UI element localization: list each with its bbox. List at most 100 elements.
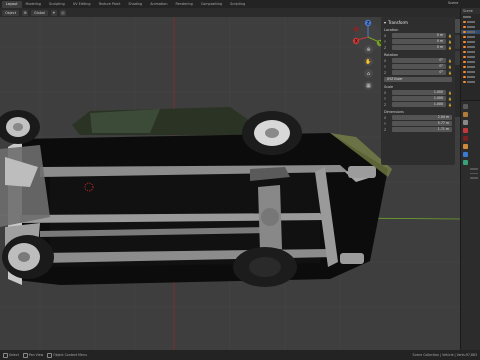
outliner-row[interactable] xyxy=(461,75,480,79)
outliner-row[interactable] xyxy=(461,20,480,24)
object-icon xyxy=(463,80,466,84)
rotation-x-field[interactable]: 0° xyxy=(392,58,446,63)
object-icon xyxy=(463,20,466,24)
scale-y-field[interactable]: 1.000 xyxy=(392,96,446,101)
axis-x-label: X xyxy=(384,90,387,95)
output-properties-icon[interactable] xyxy=(463,120,468,125)
lock-icon[interactable]: 🔓 xyxy=(448,91,452,95)
status-select: Select xyxy=(3,352,19,358)
lock-icon[interactable]: 🔓 xyxy=(448,34,452,38)
rotation-z-field[interactable]: 0° xyxy=(392,70,446,75)
transform-panel-header[interactable]: ▾ Transform xyxy=(384,19,452,25)
outliner-row-selected[interactable] xyxy=(461,30,480,34)
mouse-middle-icon xyxy=(22,352,28,358)
dimensions-z-field[interactable]: 1.71 m xyxy=(392,127,452,132)
outliner-row[interactable] xyxy=(461,65,480,69)
transform-orientation-icon[interactable]: ⊕ xyxy=(22,9,29,16)
tab-sculpting[interactable]: Sculpting xyxy=(45,1,69,8)
pan-hand-icon[interactable]: ✋ xyxy=(364,57,373,66)
gizmo-z-label: Z xyxy=(367,21,370,26)
scale-label: Scale xyxy=(384,85,394,89)
location-x-field[interactable]: 0 m xyxy=(392,33,446,38)
location-label: Location xyxy=(384,28,399,32)
render-properties-icon[interactable] xyxy=(463,112,468,117)
outliner-row[interactable] xyxy=(461,45,480,49)
tab-rendering[interactable]: Rendering xyxy=(171,1,196,8)
collapse-arrow-icon: ▾ xyxy=(384,19,387,25)
material-properties-icon[interactable] xyxy=(463,160,468,165)
lock-icon[interactable]: 🔓 xyxy=(448,40,452,44)
transform-title: Transform xyxy=(388,19,408,25)
axis-x-label: X xyxy=(384,33,387,38)
scene-properties-icon[interactable] xyxy=(463,128,468,133)
outliner-row[interactable] xyxy=(461,40,480,44)
lock-icon[interactable]: 🔓 xyxy=(448,71,452,75)
location-y-field[interactable]: 0 m xyxy=(392,39,446,44)
tab-compositing[interactable]: Compositing xyxy=(197,1,226,8)
perspective-grid-icon[interactable]: ▦ xyxy=(364,81,373,90)
object-icon xyxy=(463,65,466,69)
tab-scripting[interactable]: Scripting xyxy=(226,1,249,8)
property-row xyxy=(470,168,478,170)
tab-shading[interactable]: Shading xyxy=(124,1,146,8)
status-pan: Pan View xyxy=(22,352,43,358)
property-row xyxy=(470,177,478,179)
scale-z-field[interactable]: 1.000 xyxy=(392,102,446,107)
rotation-y-field[interactable]: 0° xyxy=(392,64,446,69)
tab-uv-editing[interactable]: UV Editing xyxy=(69,1,95,8)
scale-x-field[interactable]: 1.000 xyxy=(392,90,446,95)
tab-animation[interactable]: Animation xyxy=(146,1,171,8)
outliner-row[interactable] xyxy=(461,15,480,19)
mouse-right-icon xyxy=(47,352,53,358)
outliner-row[interactable] xyxy=(461,50,480,54)
lock-icon[interactable]: 🔓 xyxy=(448,103,452,107)
object-icon xyxy=(463,40,466,44)
object-icon xyxy=(463,35,466,39)
dimensions-label: Dimensions xyxy=(384,110,404,114)
lock-icon[interactable]: 🔓 xyxy=(448,97,452,101)
tool-properties-icon[interactable] xyxy=(463,104,468,109)
axis-y-label: Y xyxy=(384,121,386,126)
outliner-header[interactable]: Scene xyxy=(461,8,480,14)
lock-icon[interactable]: 🔓 xyxy=(448,59,452,63)
wheel-rear-bottom xyxy=(233,247,297,287)
tab-texture-paint[interactable]: Texture Paint xyxy=(95,1,125,8)
object-mode-dropdown[interactable]: Object xyxy=(2,9,20,16)
object-icon xyxy=(463,25,466,29)
car-model xyxy=(0,107,392,285)
dimensions-x-field[interactable]: 2.04 m xyxy=(392,115,452,120)
lock-icon[interactable]: 🔓 xyxy=(448,65,452,69)
axis-z-label: Z xyxy=(384,102,387,107)
scene-selector[interactable]: Scene xyxy=(448,1,458,5)
property-row xyxy=(470,172,478,174)
axis-x-label: X xyxy=(384,115,387,120)
status-context: Object Context Menu xyxy=(47,352,87,358)
outliner-row[interactable] xyxy=(461,25,480,29)
outliner-row[interactable] xyxy=(461,80,480,84)
tab-layout[interactable]: Layout xyxy=(2,0,22,8)
outliner-row[interactable] xyxy=(461,35,480,39)
location-z-field[interactable]: 0 m xyxy=(392,45,446,50)
rotation-mode-dropdown[interactable]: XYZ Euler xyxy=(384,77,452,82)
object-properties-icon[interactable] xyxy=(463,144,468,149)
proportional-edit-icon[interactable]: ◎ xyxy=(59,9,66,16)
modifier-properties-icon[interactable] xyxy=(463,152,468,157)
outliner-panel: Scene xyxy=(460,8,480,100)
tab-modeling[interactable]: Modeling xyxy=(22,1,45,8)
axis-y-label: Y xyxy=(384,96,386,101)
blender-window: Layout Modeling Sculpting UV Editing Tex… xyxy=(0,0,480,360)
zoom-icon[interactable]: ⊕ xyxy=(364,45,373,54)
object-icon xyxy=(463,60,466,64)
object-icon xyxy=(463,70,466,74)
snap-icon[interactable]: ⌖ xyxy=(50,9,57,16)
lock-icon[interactable]: 🔓 xyxy=(448,46,452,50)
transform-orientation-dropdown[interactable]: Global xyxy=(31,9,48,16)
axis-y-label: Y xyxy=(384,39,386,44)
outliner-row[interactable] xyxy=(461,55,480,59)
world-properties-icon[interactable] xyxy=(463,136,468,141)
wheel-front-bottom xyxy=(2,235,54,279)
dimensions-y-field[interactable]: 5.77 m xyxy=(392,121,452,126)
outliner-row[interactable] xyxy=(461,60,480,64)
outliner-row[interactable] xyxy=(461,70,480,74)
camera-view-icon[interactable]: ⌂ xyxy=(364,69,373,78)
